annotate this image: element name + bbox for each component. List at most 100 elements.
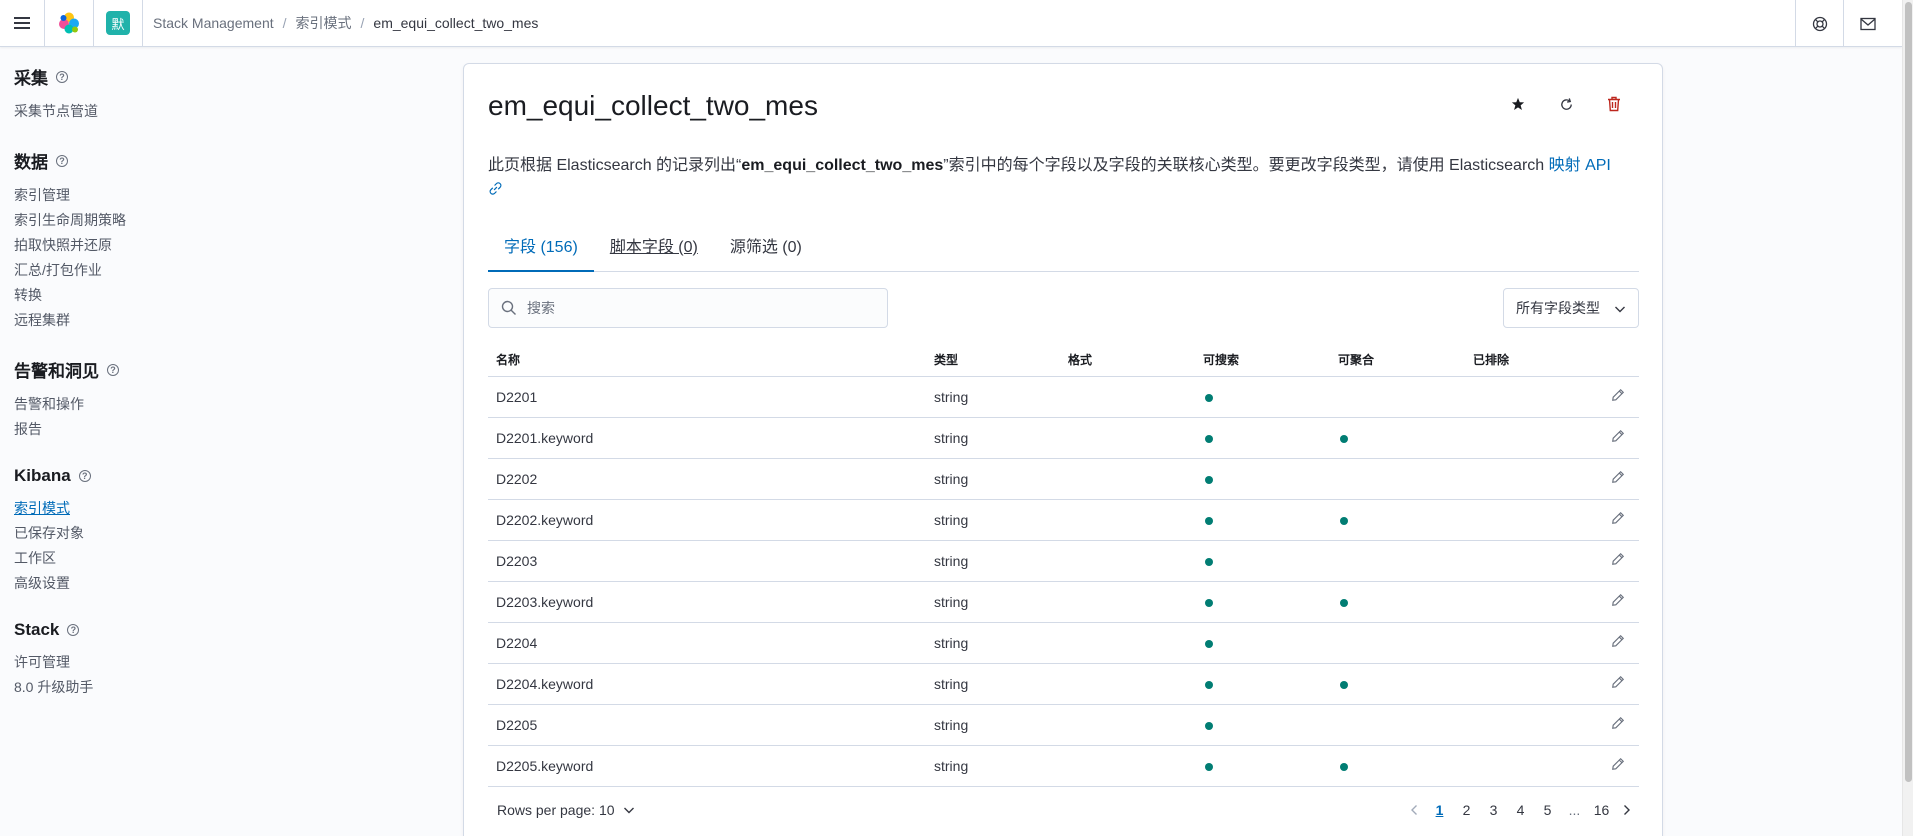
edit-field-button[interactable] <box>1611 511 1625 528</box>
edit-field-button[interactable] <box>1611 470 1625 487</box>
header-divider <box>142 0 143 47</box>
rows-per-page-button[interactable]: Rows per page: 10 <box>488 802 635 818</box>
space-selector-avatar[interactable]: 默 <box>106 11 130 35</box>
edit-field-button[interactable] <box>1611 429 1625 446</box>
sidebar-item-index-patterns[interactable]: 索引模式 <box>14 496 346 521</box>
page-button-3[interactable]: 3 <box>1480 802 1507 818</box>
type-filter-label: 所有字段类型 <box>1516 300 1600 316</box>
question-icon[interactable]: ? <box>107 363 119 376</box>
sidebar-item-ingest-pipelines[interactable]: 采集节点管道 <box>14 99 346 124</box>
mapping-api-link[interactable]: 映射 API <box>1549 157 1611 174</box>
edit-field-button[interactable] <box>1611 552 1625 569</box>
sidebar-item-remote-clusters[interactable]: 远程集群 <box>14 308 346 333</box>
link-icon <box>489 182 502 195</box>
page-button-4[interactable]: 4 <box>1507 802 1534 818</box>
sidebar-item-saved-objects[interactable]: 已保存对象 <box>14 521 346 546</box>
column-header-format[interactable]: 格式 <box>1060 344 1195 377</box>
sidebar-item-workspace[interactable]: 工作区 <box>14 546 346 571</box>
aggregatable-dot-icon <box>1340 680 1348 689</box>
breadcrumb-current: em_equi_collect_two_mes <box>373 15 539 31</box>
page-button-2[interactable]: 2 <box>1453 802 1480 818</box>
page-links: 1 2 3 4 5 ... 16 <box>1402 802 1639 818</box>
edit-field-button[interactable] <box>1611 388 1625 405</box>
question-icon[interactable]: ? <box>56 70 68 83</box>
set-default-button[interactable] <box>1494 92 1542 116</box>
newsfeed-button[interactable] <box>1843 0 1891 47</box>
question-icon[interactable]: ? <box>56 154 68 167</box>
field-name-cell: D2201 <box>488 376 926 418</box>
breadcrumb-stack-management[interactable]: Stack Management <box>153 15 274 31</box>
previous-page-button[interactable] <box>1402 804 1426 816</box>
field-edit-cell <box>1585 581 1639 623</box>
edit-field-button[interactable] <box>1611 757 1625 774</box>
field-excluded-cell <box>1465 622 1585 664</box>
sidebar-item-reporting[interactable]: 报告 <box>14 417 346 442</box>
sidebar-item-upgrade-assistant[interactable]: 8.0 升级助手 <box>14 675 346 700</box>
fields-table: 名称 类型 格式 可搜索 可聚合 已排除 D2201 string D2201.ke… <box>488 344 1639 787</box>
elastic-logo[interactable] <box>45 0 93 47</box>
edit-field-button[interactable] <box>1611 593 1625 610</box>
table-row: D2204.keyword string <box>488 663 1639 705</box>
field-type-filter[interactable]: 所有字段类型 <box>1503 288 1639 328</box>
page-button-1[interactable]: 1 <box>1426 802 1453 818</box>
sidebar-group-stack: Stack? 许可管理 8.0 升级助手 <box>14 620 346 700</box>
field-aggregatable-cell <box>1330 458 1465 500</box>
column-header-name[interactable]: 名称 <box>488 344 926 377</box>
description-index-name: em_equi_collect_two_mes <box>741 157 944 174</box>
tab-source-filters[interactable]: 源筛选 (0) <box>714 224 818 272</box>
index-pattern-panel: em_equi_collect_two_mes 此页根据 Elasticsear… <box>463 63 1663 836</box>
star-icon <box>1511 97 1525 110</box>
sidebar-item-ilm-policies[interactable]: 索引生命周期策略 <box>14 208 346 233</box>
refresh-fields-button[interactable] <box>1542 92 1590 116</box>
sidebar-item-advanced-settings[interactable]: 高级设置 <box>14 571 346 596</box>
sidebar-group-title: 采集? <box>14 64 346 89</box>
field-excluded-cell <box>1465 745 1585 787</box>
search-input[interactable] <box>527 300 867 316</box>
table-row: D2203.keyword string <box>488 581 1639 623</box>
edit-field-button[interactable] <box>1611 634 1625 651</box>
field-aggregatable-cell <box>1330 417 1465 459</box>
searchable-dot-icon <box>1205 393 1213 402</box>
field-aggregatable-cell <box>1330 663 1465 705</box>
page-button-5[interactable]: 5 <box>1534 802 1561 818</box>
sidebar-group-kibana: Kibana? 索引模式 已保存对象 工作区 高级设置 <box>14 466 346 596</box>
column-header-aggregatable[interactable]: 可聚合 <box>1330 344 1465 377</box>
help-menu-button[interactable] <box>1795 0 1843 47</box>
sidebar-item-snapshot-restore[interactable]: 拍取快照并还原 <box>14 233 346 258</box>
column-header-actions <box>1585 344 1639 377</box>
edit-field-button[interactable] <box>1611 675 1625 692</box>
tab-scripted-fields[interactable]: 脚本字段 (0) <box>594 224 714 272</box>
sidebar-item-index-management[interactable]: 索引管理 <box>14 183 346 208</box>
breadcrumb-index-patterns[interactable]: 索引模式 <box>296 13 352 33</box>
external-link-button[interactable] <box>488 180 1638 204</box>
scrollbar-thumb[interactable] <box>1905 2 1912 782</box>
question-icon[interactable]: ? <box>67 624 80 636</box>
column-header-type[interactable]: 类型 <box>926 344 1060 377</box>
next-page-button[interactable] <box>1615 804 1639 816</box>
table-pagination: Rows per page: 10 1 2 3 4 5 ... 16 <box>488 794 1639 826</box>
field-name-cell: D2204.keyword <box>488 663 926 705</box>
edit-field-button[interactable] <box>1611 716 1625 733</box>
delete-index-pattern-button[interactable] <box>1590 92 1638 116</box>
sidebar-item-rollup-jobs[interactable]: 汇总/打包作业 <box>14 258 346 283</box>
pencil-icon <box>1612 388 1625 401</box>
field-aggregatable-cell <box>1330 704 1465 746</box>
aggregatable-dot-icon <box>1340 434 1348 443</box>
page-button-16[interactable]: 16 <box>1588 802 1615 818</box>
tab-fields[interactable]: 字段 (156) <box>488 224 594 272</box>
pencil-icon <box>1612 716 1625 729</box>
field-aggregatable-cell <box>1330 540 1465 582</box>
sidebar-group-title: 数据? <box>14 148 346 173</box>
sidebar-item-alerts-actions[interactable]: 告警和操作 <box>14 392 346 417</box>
page-scrollbar[interactable] <box>1902 0 1913 836</box>
sidebar-item-transforms[interactable]: 转换 <box>14 283 346 308</box>
sidebar-item-license-management[interactable]: 许可管理 <box>14 650 346 675</box>
field-format-cell <box>1060 458 1195 500</box>
column-header-searchable[interactable]: 可搜索 <box>1195 344 1330 377</box>
breadcrumb-separator: / <box>282 15 287 31</box>
field-excluded-cell <box>1465 458 1585 500</box>
column-header-excluded[interactable]: 已排除 <box>1465 344 1585 377</box>
question-icon[interactable]: ? <box>78 470 91 482</box>
menu-toggle-button[interactable] <box>0 1 44 45</box>
field-searchable-cell <box>1195 704 1330 746</box>
